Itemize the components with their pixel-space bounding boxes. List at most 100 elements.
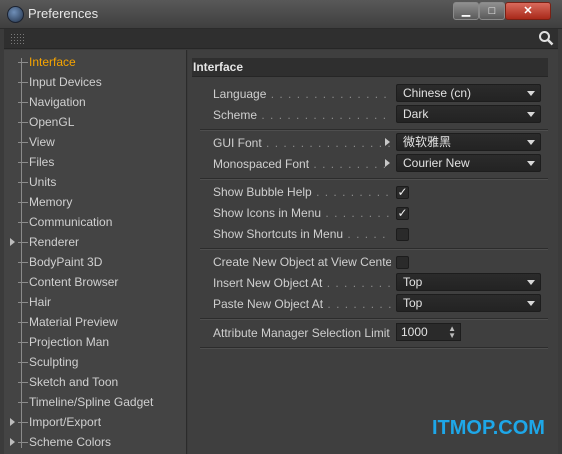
insert-new-object-dropdown[interactable]: Top: [396, 273, 541, 291]
chevron-down-icon: [527, 112, 535, 117]
selection-limit-value: 1000: [401, 325, 428, 339]
section-title: Interface: [193, 60, 244, 74]
title-bar: Preferences ▁ □ ✕: [0, 0, 562, 29]
watermark: ITMOP.COM: [432, 417, 545, 439]
expand-arrow-icon[interactable]: [10, 238, 15, 246]
bubble-help-checkbox[interactable]: ✓: [396, 186, 409, 199]
sidebar-item-sketch-and-toon[interactable]: Sketch and Toon: [18, 373, 118, 391]
sidebar-item-units[interactable]: Units: [18, 173, 56, 191]
grip-icon[interactable]: [10, 33, 24, 44]
sidebar-item-label: BodyPaint 3D: [29, 255, 103, 269]
sidebar-item-label: Navigation: [29, 95, 86, 109]
scheme-value: Dark: [403, 107, 429, 121]
monospaced-font-value: Courier New: [403, 156, 470, 170]
divider: [200, 129, 548, 131]
sidebar-item-label: Sculpting: [29, 355, 79, 369]
gui-font-value: 微软雅黑: [403, 135, 452, 149]
scheme-label: Scheme . . . . . . . . . . . . . . . . .…: [213, 108, 391, 122]
sidebar-item-content-browser[interactable]: Content Browser: [18, 273, 118, 291]
expand-arrow-icon[interactable]: [10, 438, 15, 446]
chevron-down-icon: [527, 91, 535, 96]
view-center-label: Create New Object at View Center: [213, 255, 391, 269]
sidebar-item-label: Scheme Colors: [29, 435, 112, 449]
paste-new-object-dropdown[interactable]: Top: [396, 294, 541, 312]
chevron-down-icon: [527, 140, 535, 145]
close-button[interactable]: ✕: [505, 2, 551, 20]
divider: [200, 178, 548, 180]
bubble-help-label: Show Bubble Help . . . . . . . . . . . .…: [213, 185, 391, 199]
divider: [200, 248, 548, 250]
sidebar-item-memory[interactable]: Memory: [18, 193, 72, 211]
sidebar-item-label: Communication: [29, 215, 113, 229]
sidebar-item-label: Content Browser: [29, 275, 119, 289]
insert-new-object-label: Insert New Object At . . . . . . . . . .…: [213, 276, 391, 290]
settings-panel: Interface Language . . . . . . . . . . .…: [188, 50, 558, 454]
language-label: Language . . . . . . . . . . . . . . . .…: [213, 87, 391, 101]
language-value: Chinese (cn): [403, 86, 472, 100]
sidebar-item-label: Units: [29, 175, 57, 189]
expand-arrow-icon[interactable]: [385, 138, 390, 146]
sidebar-item-navigation[interactable]: Navigation: [18, 93, 86, 111]
sidebar-item-label: Projection Man: [29, 335, 110, 349]
chevron-down-icon: [527, 161, 535, 166]
sidebar-item-input-devices[interactable]: Input Devices: [18, 73, 102, 91]
sidebar-item-label: Material Preview: [29, 315, 118, 329]
sidebar-item-renderer[interactable]: Renderer: [10, 233, 80, 251]
sidebar-item-interface[interactable]: Interface: [18, 53, 76, 71]
sidebar-item-hair[interactable]: Hair: [18, 293, 51, 311]
sidebar-item-opengl[interactable]: OpenGL: [18, 113, 74, 131]
sidebar-item-label: Sketch and Toon: [29, 375, 119, 389]
sidebar-item-label: Renderer: [29, 235, 80, 249]
sidebar-item-label: Import/Export: [29, 415, 102, 429]
spinner-arrows-icon[interactable]: ▲ ▼: [448, 325, 456, 340]
search-icon[interactable]: [538, 30, 554, 46]
paste-new-object-label: Paste New Object At . . . . . . . . . . …: [213, 297, 391, 311]
sidebar-item-import-export[interactable]: Import/Export: [10, 413, 102, 431]
sidebar-item-label: Memory: [29, 195, 73, 209]
app-icon: [7, 6, 24, 23]
monospaced-font-dropdown[interactable]: Courier New: [396, 154, 541, 172]
icons-in-menu-checkbox[interactable]: ✓: [396, 207, 409, 220]
chevron-down-icon: [527, 301, 535, 306]
maximize-button[interactable]: □: [479, 2, 505, 20]
sidebar-item-scheme-colors[interactable]: Scheme Colors: [10, 433, 112, 451]
sidebar-item-label: View: [29, 135, 55, 149]
view-center-checkbox[interactable]: [396, 256, 409, 269]
sidebar-item-label: Interface: [29, 55, 76, 69]
language-dropdown[interactable]: Chinese (cn): [396, 84, 541, 102]
sidebar-item-material-preview[interactable]: Material Preview: [18, 313, 118, 331]
expand-arrow-icon[interactable]: [385, 159, 390, 167]
selection-limit-label: Attribute Manager Selection Limit: [213, 326, 390, 340]
shortcuts-in-menu-checkbox[interactable]: [396, 228, 409, 241]
window-title: Preferences: [28, 6, 99, 21]
sidebar-item-label: OpenGL: [29, 115, 75, 129]
expand-arrow-icon[interactable]: [10, 418, 15, 426]
monospaced-font-label: Monospaced Font . . . . . . . . . . .: [213, 157, 391, 171]
sidebar-item-files[interactable]: Files: [18, 153, 54, 171]
sidebar-item-label: Files: [29, 155, 55, 169]
selection-limit-spinner[interactable]: 1000 ▲ ▼: [396, 323, 461, 341]
sidebar-item-timeline-spline-gadget[interactable]: Timeline/Spline Gadget: [18, 393, 153, 411]
minimize-button[interactable]: ▁: [453, 2, 479, 20]
sidebar-item-label: Timeline/Spline Gadget: [29, 395, 154, 409]
gui-font-dropdown[interactable]: 微软雅黑: [396, 133, 541, 151]
shortcuts-in-menu-label: Show Shortcuts in Menu . . . . . . . .: [213, 227, 391, 241]
sidebar-item-bodypaint-3d[interactable]: BodyPaint 3D: [18, 253, 102, 271]
sidebar: Interface Input Devices Navigation OpenG…: [4, 50, 187, 454]
sidebar-item-view[interactable]: View: [18, 133, 55, 151]
divider: [200, 318, 548, 320]
paste-new-object-value: Top: [403, 296, 423, 310]
sidebar-item-communication[interactable]: Communication: [18, 213, 112, 231]
sidebar-item-sculpting[interactable]: Sculpting: [18, 353, 78, 371]
chevron-down-icon: [527, 280, 535, 285]
section-header: Interface: [192, 58, 548, 77]
scheme-dropdown[interactable]: Dark: [396, 105, 541, 123]
sidebar-item-label: Input Devices: [29, 75, 102, 89]
divider: [200, 347, 548, 349]
toolbar: [4, 29, 558, 49]
sidebar-item-label: Hair: [29, 295, 52, 309]
insert-new-object-value: Top: [403, 275, 423, 289]
gui-font-label: GUI Font . . . . . . . . . . . . . . . .…: [213, 136, 391, 150]
sidebar-item-projection-man[interactable]: Projection Man: [18, 333, 109, 351]
icons-in-menu-label: Show Icons in Menu . . . . . . . . . . .: [213, 206, 391, 220]
